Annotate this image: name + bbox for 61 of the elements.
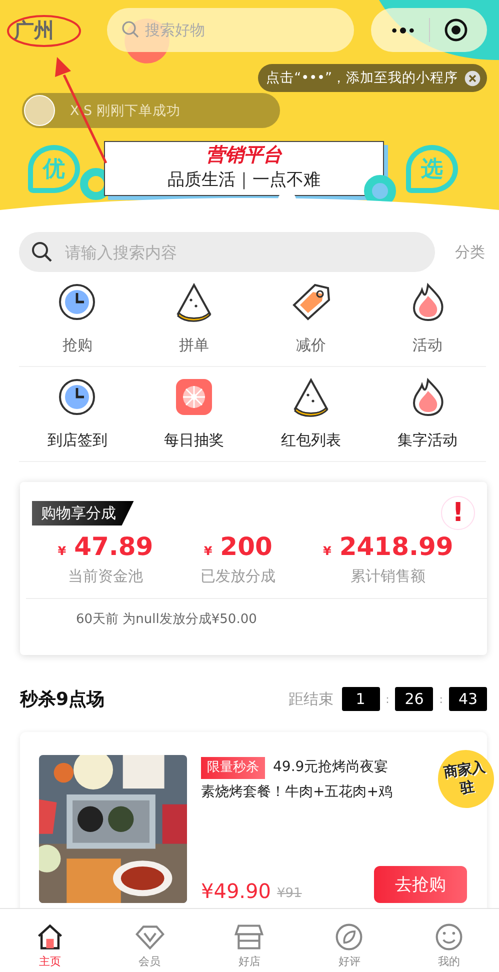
shortcut-label[interactable]: 减价 [296, 336, 326, 355]
product-title-line[interactable]: 49.9元抢烤尚夜宴 [273, 755, 388, 780]
prize-wheel-icon[interactable] [174, 377, 214, 417]
alert-icon[interactable]: ! [441, 496, 475, 530]
search-field[interactable]: 请输入搜索内容 [19, 232, 435, 272]
payout-note: 60天前 为null发放分成¥50.00 [26, 598, 487, 628]
original-price: ¥91 [276, 886, 302, 901]
smiley-icon[interactable] [434, 922, 464, 952]
store-icon[interactable] [234, 922, 264, 952]
shortcut-label[interactable]: 到店签到 [47, 431, 108, 450]
stat-label: 当前资金池 [66, 567, 144, 586]
countdown-label: 距结束 [288, 690, 334, 708]
countdown-digit: 1 [342, 687, 380, 711]
tab-label[interactable]: 会员 [138, 954, 161, 969]
tab-label[interactable]: 主页 [38, 954, 61, 969]
stat-value: 2418.99 [339, 532, 454, 561]
tab-label[interactable]: 我的 [438, 954, 460, 969]
countdown-separator: : [439, 692, 443, 706]
compass-icon[interactable] [334, 922, 364, 952]
banner-title: 营销平台 [205, 143, 284, 168]
stat-value: 200 [220, 532, 272, 561]
stat-label: 累计销售额 [350, 567, 427, 586]
section-title: 秒杀9点场 [20, 688, 105, 711]
sale-tag: 限量秒杀 [201, 756, 265, 778]
clock-icon[interactable] [57, 282, 98, 322]
target-icon[interactable] [444, 18, 468, 42]
speech-bubble: 选 [406, 144, 458, 192]
currency-sign: ¥ [323, 544, 332, 558]
clock-icon[interactable] [57, 377, 98, 417]
banner-slogan: 品质生活｜一点不难 [166, 169, 322, 192]
tab-label[interactable]: 好评 [338, 954, 360, 969]
product-price: ¥49.90 [201, 879, 271, 903]
speech-bubble: 优 [28, 144, 80, 192]
close-icon[interactable] [464, 70, 481, 86]
shortcut-label[interactable]: 红包列表 [280, 431, 341, 450]
cheese-slice-icon[interactable] [290, 377, 331, 417]
countdown-digit: 43 [449, 687, 487, 711]
shortcut-label[interactable]: 集字活动 [398, 431, 458, 450]
avatar-icon [24, 95, 55, 126]
currency-sign: ¥ [58, 544, 66, 558]
city-label[interactable]: 广州 [0, 16, 107, 44]
currency-sign: ¥ [204, 544, 212, 558]
stat-label: 已发放分成 [200, 567, 276, 586]
shortcut-label[interactable]: 活动 [412, 336, 443, 355]
cheese-slice-icon[interactable] [174, 282, 214, 322]
card-tag: 购物享分成 [32, 500, 134, 526]
shortcut-label[interactable]: 拼单 [179, 336, 210, 355]
product-title-line[interactable]: 素烧烤套餐！牛肉+五花肉+鸡 [201, 780, 392, 805]
search-icon [31, 241, 53, 263]
tab-label[interactable]: 好店 [238, 954, 260, 969]
buy-button[interactable]: 去抢购 [374, 866, 467, 903]
search-icon [121, 20, 141, 40]
price-tag-icon[interactable] [290, 282, 331, 322]
shortcut-label[interactable]: 抢购 [62, 336, 92, 355]
tooltip-text: 点击“•••”，添加至我的小程序 [266, 69, 458, 87]
countdown-digit: 26 [395, 687, 434, 711]
countdown-separator: : [386, 692, 390, 706]
stat-value: 47.89 [74, 532, 154, 561]
more-icon[interactable] [390, 26, 416, 34]
search-field[interactable]: 搜索好物 [107, 8, 354, 52]
shortcut-label[interactable]: 每日抽奖 [164, 431, 224, 450]
